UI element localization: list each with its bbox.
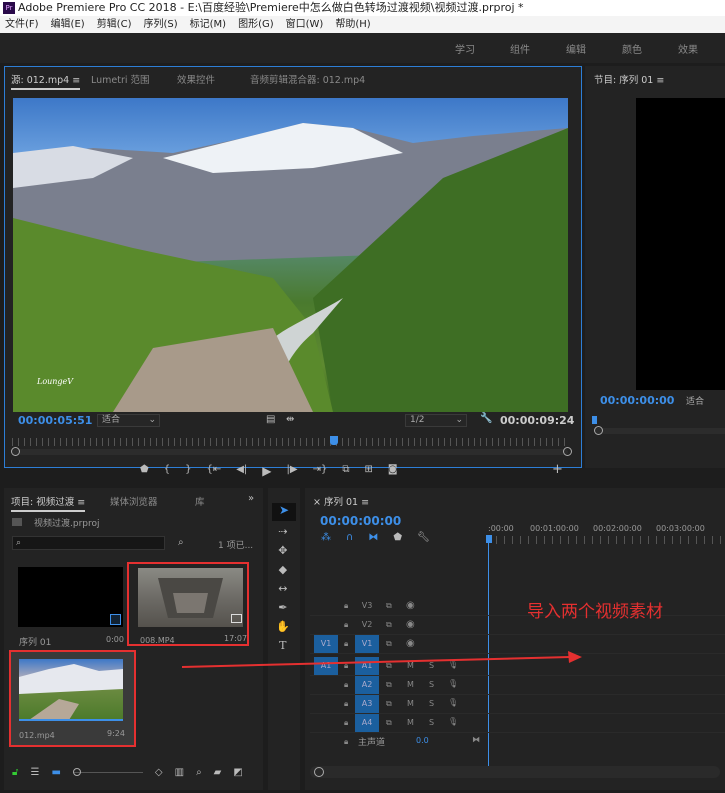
annotation-arrow: [181, 651, 582, 668]
